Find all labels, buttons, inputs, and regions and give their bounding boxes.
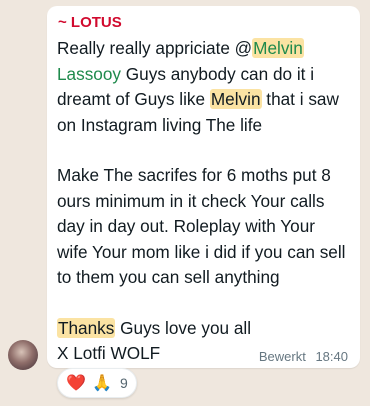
- pray-icon: 🙏: [92, 375, 113, 392]
- reactions-pill[interactable]: ❤️ 🙏 9: [57, 368, 137, 398]
- message-meta: Bewerkt 18:40: [253, 349, 348, 364]
- heart-icon: ❤️: [66, 375, 87, 392]
- mention-link[interactable]: Melvin: [252, 38, 304, 58]
- search-highlight: Melvin: [209, 89, 262, 109]
- mention-link-cont[interactable]: Lassooy: [57, 64, 121, 84]
- message-bubble[interactable]: ~ LOTUS Really really appriciate @Melvin…: [47, 6, 360, 368]
- sender-avatar[interactable]: [8, 340, 38, 370]
- edited-label: Bewerkt: [258, 349, 306, 364]
- message-text: Really really appriciate @Melvin Lassooy …: [57, 36, 350, 367]
- message-paragraph: Make The sacrifes for 6 moths put 8 ours…: [57, 165, 346, 287]
- sender-name[interactable]: ~ LOTUS: [58, 14, 350, 32]
- timestamp: 18:40: [315, 349, 348, 364]
- search-highlight: Thanks: [57, 317, 116, 338]
- message-text-part: Guys love you all: [115, 317, 252, 338]
- mention-first: Melvin: [253, 38, 303, 58]
- signature-text: X Lotfi WOLF: [57, 343, 161, 363]
- reaction-count: 9: [120, 375, 128, 391]
- message-text-part: Really really appriciate @: [57, 38, 253, 58]
